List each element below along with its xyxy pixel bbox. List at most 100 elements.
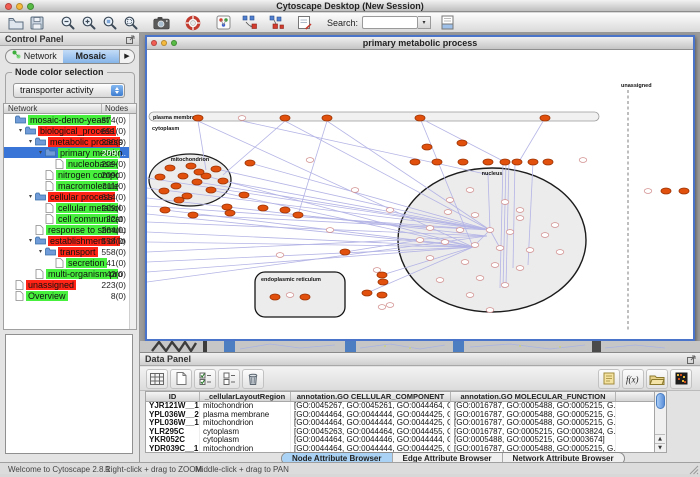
network-node[interactable] bbox=[471, 243, 479, 248]
network-window-titlebar[interactable]: primary metabolic process bbox=[147, 37, 693, 50]
network-node[interactable] bbox=[280, 115, 290, 121]
plasma-membrane-region[interactable] bbox=[149, 112, 599, 121]
network-node[interactable] bbox=[458, 159, 468, 165]
network-node[interactable] bbox=[377, 292, 387, 298]
network-node[interactable] bbox=[486, 228, 494, 233]
network-node[interactable] bbox=[386, 303, 394, 308]
network-node[interactable] bbox=[300, 294, 310, 300]
network-node[interactable] bbox=[258, 205, 268, 211]
network-node[interactable] bbox=[270, 294, 280, 300]
column-header[interactable]: ID bbox=[146, 392, 200, 401]
resize-grip[interactable] bbox=[689, 465, 699, 473]
tree-row[interactable]: mosaic-demo-yeast874(0) bbox=[4, 114, 136, 125]
layout-two-icon[interactable] bbox=[267, 14, 288, 32]
network-node[interactable] bbox=[378, 305, 386, 310]
network-node[interactable] bbox=[194, 169, 204, 175]
tab-mosaic[interactable]: Mosaic bbox=[63, 50, 120, 63]
document-icon[interactable] bbox=[437, 14, 458, 32]
help-icon[interactable] bbox=[182, 14, 203, 32]
tree-row[interactable]: ▾transport558(0) bbox=[4, 246, 136, 257]
network-node[interactable] bbox=[486, 308, 494, 313]
expander-icon[interactable]: ▾ bbox=[36, 149, 45, 156]
network-node[interactable] bbox=[186, 163, 196, 169]
network-canvas[interactable]: plasma membrane cytoplasm mitochondrion … bbox=[147, 50, 693, 337]
scroll-down-icon[interactable]: ▼ bbox=[655, 443, 665, 452]
table-scrollbar[interactable]: ▲ ▼ bbox=[655, 391, 667, 453]
network-node[interactable] bbox=[225, 210, 235, 216]
matrix-icon[interactable] bbox=[670, 369, 692, 389]
tree-column-network[interactable]: Network bbox=[4, 104, 102, 113]
network-node[interactable] bbox=[322, 115, 332, 121]
network-node[interactable] bbox=[528, 159, 538, 165]
tree-row[interactable]: Overview8(0) bbox=[4, 290, 136, 301]
tree-row[interactable]: macromolecule311(0) bbox=[4, 180, 136, 191]
network-node[interactable] bbox=[491, 263, 499, 268]
network-node[interactable] bbox=[340, 249, 350, 255]
network-node[interactable] bbox=[540, 115, 550, 121]
network-node[interactable] bbox=[386, 208, 394, 213]
new-attribute-icon[interactable] bbox=[170, 369, 192, 389]
network-node[interactable] bbox=[432, 159, 442, 165]
network-node[interactable] bbox=[471, 213, 479, 218]
network-node[interactable] bbox=[276, 253, 284, 258]
network-node[interactable] bbox=[516, 266, 524, 271]
select-attributes-icon[interactable] bbox=[194, 369, 216, 389]
network-node[interactable] bbox=[239, 192, 249, 198]
network-node[interactable] bbox=[446, 198, 454, 203]
network-node[interactable] bbox=[326, 228, 334, 233]
network-node[interactable] bbox=[500, 159, 510, 165]
network-node[interactable] bbox=[551, 223, 559, 228]
network-node[interactable] bbox=[192, 179, 202, 185]
network-node[interactable] bbox=[415, 115, 425, 121]
search-input[interactable] bbox=[362, 16, 418, 29]
network-node[interactable] bbox=[306, 158, 314, 163]
network-node[interactable] bbox=[218, 178, 228, 184]
formula-icon[interactable]: f(x) bbox=[622, 369, 644, 389]
zoom-selected-icon[interactable] bbox=[99, 14, 120, 32]
network-node[interactable] bbox=[174, 197, 184, 203]
network-node[interactable] bbox=[178, 173, 188, 179]
network-node[interactable] bbox=[416, 238, 424, 243]
tree-row[interactable]: ▾biological_process651(0) bbox=[4, 125, 136, 136]
tree-row[interactable]: cell communicat22(0) bbox=[4, 213, 136, 224]
network-node[interactable] bbox=[373, 268, 381, 273]
birds-eye-view[interactable] bbox=[5, 334, 133, 454]
table-row[interactable]: YPL036W__1mitochondrion[GO:0044464, GO:0… bbox=[146, 419, 654, 428]
network-node[interactable] bbox=[378, 279, 388, 285]
expander-icon[interactable]: ▾ bbox=[26, 237, 35, 244]
zoom-out-icon[interactable] bbox=[57, 14, 78, 32]
network-node[interactable] bbox=[543, 159, 553, 165]
network-node[interactable] bbox=[441, 240, 449, 245]
network-node[interactable] bbox=[188, 212, 198, 218]
network-node[interactable] bbox=[165, 165, 175, 171]
network-node[interactable] bbox=[501, 200, 509, 205]
attribute-grid-icon[interactable] bbox=[146, 369, 168, 389]
network-node[interactable] bbox=[466, 188, 474, 193]
open-session-icon[interactable] bbox=[5, 14, 26, 32]
table-row[interactable]: YLR295Ccytoplasm[GO:0045263, GO:0044464,… bbox=[146, 428, 654, 437]
scrollbar-thumb[interactable] bbox=[656, 393, 665, 409]
network-node[interactable] bbox=[541, 233, 549, 238]
tree-row[interactable]: nitrogen compo209(0) bbox=[4, 169, 136, 180]
network-node[interactable] bbox=[160, 207, 170, 213]
search-dropdown-button[interactable]: ▾ bbox=[418, 16, 431, 29]
tree-row[interactable]: ▾establishment of lo558(0) bbox=[4, 235, 136, 246]
network-node[interactable] bbox=[526, 248, 534, 253]
network-node[interactable] bbox=[579, 158, 587, 163]
tree-row[interactable]: unassigned223(0) bbox=[4, 279, 136, 290]
network-node[interactable] bbox=[461, 260, 469, 265]
network-node[interactable] bbox=[238, 116, 246, 121]
network-node[interactable] bbox=[556, 250, 564, 255]
network-node[interactable] bbox=[410, 159, 420, 165]
scroll-up-icon[interactable]: ▲ bbox=[655, 434, 665, 443]
network-node[interactable] bbox=[466, 293, 474, 298]
tree-row[interactable]: secretion41(0) bbox=[4, 257, 136, 268]
network-node[interactable] bbox=[280, 207, 290, 213]
network-node[interactable] bbox=[286, 293, 294, 298]
column-header[interactable]: _cellularLayoutRegion bbox=[200, 392, 291, 401]
network-node[interactable] bbox=[222, 204, 232, 210]
network-node[interactable] bbox=[506, 230, 514, 235]
network-node[interactable] bbox=[661, 188, 671, 194]
network-node[interactable] bbox=[351, 188, 359, 193]
network-node[interactable] bbox=[422, 144, 432, 150]
